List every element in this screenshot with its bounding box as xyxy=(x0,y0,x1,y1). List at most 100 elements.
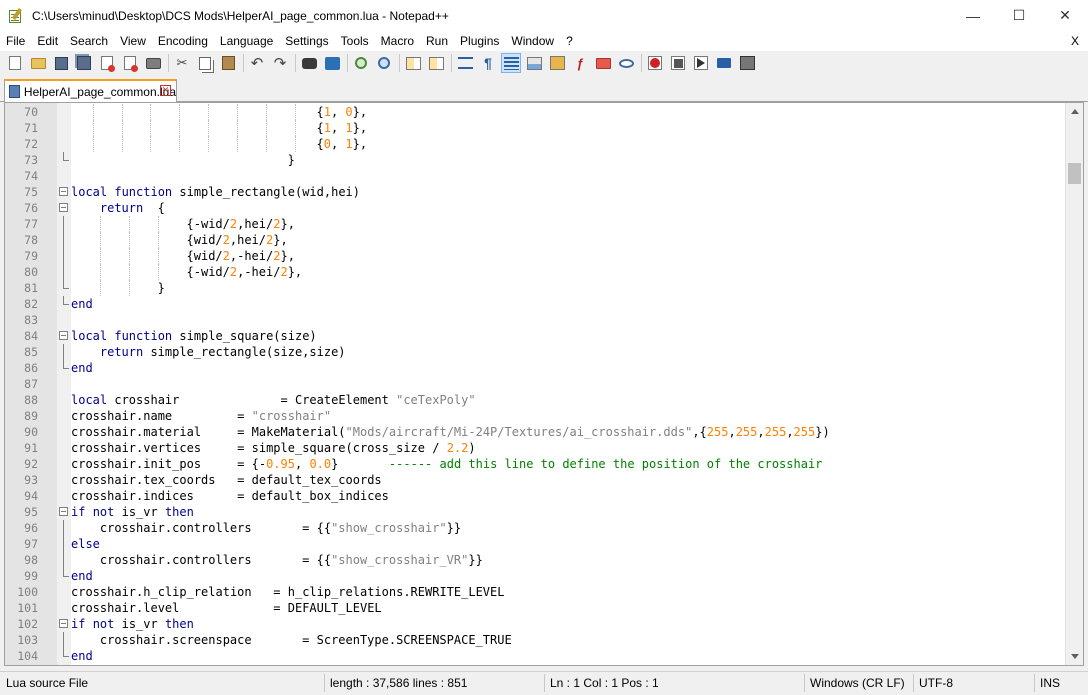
code-line[interactable]: 94 crosshair.indices = default_box_indice… xyxy=(24,488,1063,504)
code-line[interactable]: 97 else xyxy=(24,536,1063,552)
code-line[interactable]: 70 {1, 0}, xyxy=(24,104,1063,120)
stop-recording-button[interactable] xyxy=(669,54,687,72)
scroll-up-button[interactable] xyxy=(1066,103,1083,120)
indent-guide-button[interactable] xyxy=(501,53,521,73)
fold-line xyxy=(57,360,71,376)
scrollbar-thumb[interactable] xyxy=(1068,163,1081,184)
code-line[interactable]: 77 {-wid/2,hei/2}, xyxy=(24,216,1063,232)
code-line[interactable]: 84 local function simple_square(size) xyxy=(24,328,1063,344)
code-line[interactable]: 73} xyxy=(24,152,1063,168)
fold-toggle-icon[interactable] xyxy=(57,200,71,216)
menu-item-help[interactable]: ? xyxy=(560,31,579,51)
new-file-button[interactable] xyxy=(6,54,24,72)
close-document-button[interactable]: X xyxy=(1071,31,1079,51)
code-line[interactable]: 91 crosshair.vertices = simple_square(cro… xyxy=(24,440,1063,456)
menu-item-edit[interactable]: Edit xyxy=(31,31,64,51)
code-line[interactable]: 82 end xyxy=(24,296,1063,312)
code-line[interactable]: 80 {-wid/2,-hei/2}, xyxy=(24,264,1063,280)
fold-toggle-icon[interactable] xyxy=(57,616,71,632)
close-button[interactable] xyxy=(98,54,116,72)
record-macro-button[interactable] xyxy=(646,54,664,72)
code-line[interactable]: 89 crosshair.name = "crosshair" xyxy=(24,408,1063,424)
code-line[interactable]: 99 end xyxy=(24,568,1063,584)
zoom-out-button[interactable] xyxy=(375,54,393,72)
monitoring-button[interactable] xyxy=(617,54,635,72)
menu-item-language[interactable]: Language xyxy=(214,31,279,51)
find-button[interactable] xyxy=(300,54,318,72)
print-button[interactable] xyxy=(144,54,162,72)
code-area[interactable]: 70 {1, 0}, 71 {1, 1}, 72 {0, 1}, 73} 74 75 local … xyxy=(17,103,1063,665)
code-line[interactable]: 83 xyxy=(24,312,1063,328)
code-line[interactable]: 104 end xyxy=(17,648,1063,664)
code-line[interactable]: 93 crosshair.tex_coords = default_tex_coo… xyxy=(24,472,1063,488)
replace-button[interactable] xyxy=(323,54,341,72)
code-line[interactable]: 95 if not is_vr then xyxy=(24,504,1063,520)
code-line[interactable]: 71 {1, 1}, xyxy=(24,120,1063,136)
save-button[interactable] xyxy=(52,54,70,72)
save-all-button[interactable] xyxy=(75,54,93,72)
fold-toggle-icon[interactable] xyxy=(57,504,71,520)
code-line[interactable]: 78 {wid/2,hei/2}, xyxy=(24,232,1063,248)
menu-item-file[interactable]: File xyxy=(0,31,31,51)
document-map-button[interactable] xyxy=(548,54,566,72)
save-macro-button[interactable] xyxy=(738,54,756,72)
menu-item-settings[interactable]: Settings xyxy=(279,31,334,51)
code-line[interactable]: 101 crosshair.level = DEFAULT_LEVEL xyxy=(17,600,1063,616)
code-line[interactable]: 102 if not is_vr then xyxy=(17,616,1063,632)
maximize-button[interactable]: ☐ xyxy=(996,0,1042,31)
sync-vertical-button[interactable] xyxy=(404,54,422,72)
cut-button[interactable]: ✂ xyxy=(173,54,191,72)
close-window-button[interactable]: ✕ xyxy=(1042,0,1088,31)
code-line[interactable]: 75 local function simple_rectangle(wid,he… xyxy=(24,184,1063,200)
code-line[interactable]: 96 crosshair.controllers = {{"show_crossh… xyxy=(24,520,1063,536)
menu-item-window[interactable]: Window xyxy=(505,31,560,51)
menu-item-plugins[interactable]: Plugins xyxy=(454,31,505,51)
code-line[interactable]: 81} xyxy=(24,280,1063,296)
zoom-in-button[interactable] xyxy=(352,54,370,72)
menu-item-macro[interactable]: Macro xyxy=(375,31,420,51)
code-line[interactable]: 86 end xyxy=(24,360,1063,376)
menu-item-encoding[interactable]: Encoding xyxy=(152,31,214,51)
close-all-button[interactable] xyxy=(121,54,139,72)
code-line[interactable]: 74 xyxy=(24,168,1063,184)
code-line[interactable]: 88 local crosshair = CreateElement "ceTex… xyxy=(24,392,1063,408)
code-line[interactable]: 85 return simple_rectangle(size,size) xyxy=(24,344,1063,360)
run-macro-multiple-button[interactable] xyxy=(715,54,733,72)
function-list-button[interactable]: ƒ xyxy=(571,54,589,72)
show-all-characters-button[interactable]: ¶ xyxy=(479,54,497,72)
fold-toggle-icon[interactable] xyxy=(57,328,71,344)
redo-button[interactable]: ↷ xyxy=(271,54,289,72)
fold-toggle-icon[interactable] xyxy=(57,184,71,200)
copy-button[interactable] xyxy=(196,54,214,72)
code-line[interactable]: 87 xyxy=(24,376,1063,392)
code-token: ) xyxy=(468,441,476,455)
code-line[interactable]: 100 crosshair.h_clip_relation = h_clip_re… xyxy=(17,584,1063,600)
paste-button[interactable] xyxy=(219,54,237,72)
sync-horizontal-button[interactable] xyxy=(427,54,445,72)
keyword-token: local xyxy=(71,329,108,343)
code-editor[interactable]: 70 {1, 0}, 71 {1, 1}, 72 {0, 1}, 73} 74 75 local … xyxy=(4,102,1084,666)
tab-close-icon[interactable]: ✕ xyxy=(160,85,171,96)
code-line[interactable]: 79 {wid/2,-hei/2}, xyxy=(24,248,1063,264)
vertical-scrollbar[interactable] xyxy=(1065,103,1083,665)
menu-item-run[interactable]: Run xyxy=(420,31,454,51)
folder-as-workspace-button[interactable] xyxy=(594,54,612,72)
menu-item-tools[interactable]: Tools xyxy=(335,31,375,51)
code-line[interactable]: 76 return { xyxy=(24,200,1063,216)
menu-item-view[interactable]: View xyxy=(114,31,152,51)
tab-helperai-page-common[interactable]: HelperAI_page_common.lua ✕ xyxy=(4,79,177,102)
open-file-button[interactable] xyxy=(29,54,47,72)
user-defined-language-button[interactable] xyxy=(525,54,543,72)
playback-macro-button[interactable] xyxy=(692,54,710,72)
scroll-down-button[interactable] xyxy=(1066,648,1083,665)
keyword-token: local xyxy=(71,393,108,407)
code-line[interactable]: 72 {0, 1}, xyxy=(24,136,1063,152)
minimize-button[interactable]: — xyxy=(950,0,996,31)
menu-item-search[interactable]: Search xyxy=(64,31,114,51)
code-line[interactable]: 90 crosshair.material = MakeMaterial("Mod… xyxy=(24,424,1063,440)
code-line[interactable]: 98 crosshair.controllers = {{"show_crossh… xyxy=(24,552,1063,568)
undo-button[interactable]: ↶ xyxy=(248,54,266,72)
word-wrap-button[interactable] xyxy=(456,54,474,72)
code-line[interactable]: 103 crosshair.screenspace = ScreenType.SC… xyxy=(17,632,1063,648)
code-line[interactable]: 92 crosshair.init_pos = {-0.95, 0.0} ----… xyxy=(24,456,1063,472)
